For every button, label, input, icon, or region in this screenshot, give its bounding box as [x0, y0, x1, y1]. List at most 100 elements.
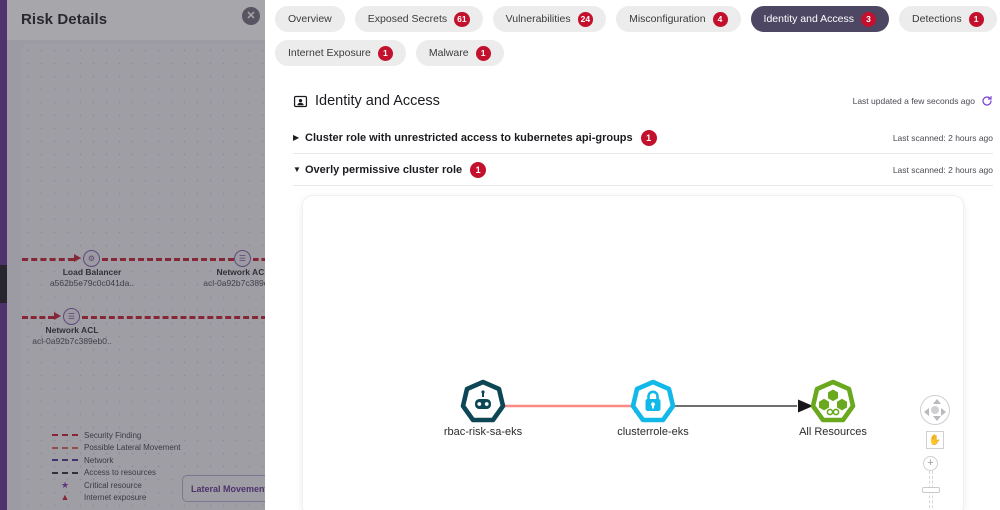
lateral-movements-button[interactable]: Lateral Movements ›: [182, 475, 265, 502]
graph-node-subtitle: acl-0a92b7c389eb0..: [32, 336, 112, 346]
last-updated-group: Last updated a few seconds ago: [853, 95, 993, 107]
legend-dash-icon: [52, 434, 78, 437]
app-root: ⚙ ☰ Load Balancer a562b5e79c0c041da.. Ne…: [0, 0, 1000, 510]
graph-node-label: All Resources: [799, 426, 867, 438]
graph-node-network-acl-1[interactable]: ☰: [234, 250, 251, 267]
pan-right-arrow-icon[interactable]: [941, 407, 946, 416]
tab-label: Detections: [912, 13, 962, 25]
graph-node-clusterrole-eks: [630, 379, 676, 423]
lateral-movement-line: [22, 258, 74, 261]
page-title: Risk Details: [21, 11, 108, 28]
legend-label: Internet exposure: [84, 493, 147, 503]
close-panel-button[interactable]: ✕: [237, 2, 265, 30]
finding-last-scanned: Last scanned: 2 hours ago: [892, 132, 993, 143]
lateral-movement-line: [102, 258, 234, 261]
graph-node-label: Load Balancer: [62, 267, 122, 277]
zoom-slider-track[interactable]: [922, 471, 940, 510]
tab-detections[interactable]: Detections 1: [899, 6, 997, 32]
tab-count-badge: 61: [454, 11, 470, 27]
section-header: Identity and Access Last updated a few s…: [293, 88, 993, 114]
left-nav-rail: [0, 0, 7, 510]
legend-label: Network: [84, 455, 114, 465]
tab-count-badge: 1: [475, 45, 491, 61]
finding-last-scanned: Last scanned: 2 hours ago: [892, 164, 993, 175]
finding-count-badge: 1: [470, 161, 487, 178]
tab-bar: Overview Exposed Secrets 61 Vulnerabilit…: [275, 6, 997, 66]
graph-node-label: clusterrole-eks: [617, 426, 689, 438]
details-content-panel: Overview Exposed Secrets 61 Vulnerabilit…: [265, 0, 1000, 510]
close-icon: ✕: [242, 7, 260, 25]
lateral-movement-line: [253, 258, 265, 261]
legend-item: Security Finding: [52, 429, 222, 442]
legend-label: Possible Lateral Movement: [84, 443, 181, 453]
hand-icon[interactable]: ✋: [926, 431, 944, 449]
finding-row[interactable]: ▼ Overly permissive cluster role 1 Last …: [293, 154, 993, 186]
tab-vulnerabilities[interactable]: Vulnerabilities 24: [492, 6, 607, 32]
finding-count-badge: 1: [640, 129, 657, 146]
legend-label: Critical resource: [84, 480, 142, 490]
graph-node-label: Network ACL: [216, 267, 265, 277]
legend-dash-icon: [52, 446, 78, 449]
graph-node-subtitle: a562b5e79c0c041da..: [49, 278, 135, 288]
last-updated-label: Last updated a few seconds ago: [852, 96, 975, 106]
risk-details-panel: ⚙ ☰ Load Balancer a562b5e79c0c041da.. Ne…: [0, 0, 265, 510]
tab-count-badge: 24: [577, 11, 594, 27]
section-title: Identity and Access: [315, 93, 440, 109]
tab-label: Misconfiguration: [629, 13, 706, 25]
arrow-head-icon: [74, 254, 81, 262]
pan-compass-icon[interactable]: [920, 395, 950, 425]
legend-item: Possible Lateral Movement: [52, 442, 222, 455]
tab-internet-exposure[interactable]: Internet Exposure 1: [275, 40, 406, 66]
graph-node-network-acl-2[interactable]: ☰: [63, 308, 80, 325]
graph-node-all-resources: [810, 379, 856, 423]
risk-details-header: Risk Details: [7, 0, 265, 40]
caret-down-icon[interactable]: ▼: [293, 165, 305, 174]
tab-label: Internet Exposure: [288, 47, 371, 59]
pan-down-arrow-icon[interactable]: [932, 416, 941, 421]
zoom-slider-handle[interactable]: [922, 487, 940, 493]
caret-right-icon[interactable]: ▶: [293, 133, 305, 142]
graph-node-label: rbac-risk-sa-eks: [443, 426, 523, 438]
graph-node-subtitle: acl-0a92b7c389eb0..: [203, 278, 265, 288]
graph-zoom-controls: ✋ +: [920, 395, 956, 510]
tab-label: Exposed Secrets: [367, 13, 448, 25]
lateral-movement-line: [82, 316, 265, 319]
risk-graph-canvas[interactable]: ⚙ ☰ Load Balancer a562b5e79c0c041da.. Ne…: [22, 44, 265, 510]
refresh-icon[interactable]: [981, 95, 993, 107]
legend-label: Access to resources: [84, 468, 157, 478]
tab-count-badge: 4: [712, 11, 728, 27]
lateral-movement-line: [22, 316, 54, 319]
legend-item: Network: [52, 454, 222, 467]
finding-graph-card[interactable]: rbac-risk-sa-eks clusterrole-eks All Res…: [303, 196, 963, 510]
tab-label: Vulnerabilities: [505, 13, 571, 25]
finding-title: Overly permissive cluster role: [305, 163, 463, 176]
tab-exposed-secrets[interactable]: Exposed Secrets 61: [354, 6, 483, 32]
tab-count-badge: 3: [861, 11, 877, 27]
pan-left-arrow-icon[interactable]: [924, 407, 929, 416]
arrow-head-icon: [54, 312, 61, 320]
tab-identity-and-access[interactable]: Identity and Access 3: [750, 6, 890, 32]
tab-label: Malware: [428, 47, 469, 59]
graph-node-rbac-risk-sa-eks: [460, 379, 506, 423]
tab-label: Identity and Access: [763, 13, 855, 25]
tab-overview[interactable]: Overview: [275, 6, 345, 32]
star-icon: ★: [60, 479, 70, 490]
tab-misconfiguration[interactable]: Misconfiguration 4: [616, 6, 741, 32]
tab-count-badge: 1: [968, 11, 984, 27]
lateral-movements-label: Lateral Movements: [191, 483, 265, 494]
tab-malware[interactable]: Malware 1: [415, 40, 504, 66]
graph-node-load-balancer[interactable]: ⚙: [83, 250, 100, 267]
identity-access-icon: [293, 95, 308, 107]
pan-center-dot: [931, 406, 939, 414]
zoom-in-icon[interactable]: +: [923, 456, 938, 471]
tab-count-badge: 1: [377, 45, 393, 61]
tab-label: Overview: [288, 13, 332, 25]
legend-dash-icon: [52, 459, 78, 462]
warning-triangle-icon: ▲: [60, 492, 70, 503]
legend-dash-icon: [52, 471, 78, 474]
pan-up-arrow-icon[interactable]: [932, 399, 941, 404]
rail-active-indicator: [0, 265, 7, 303]
finding-row[interactable]: ▶ Cluster role with unrestricted access …: [293, 122, 993, 154]
finding-title: Cluster role with unrestricted access to…: [305, 131, 633, 144]
finding-graph-svg: [460, 379, 856, 423]
